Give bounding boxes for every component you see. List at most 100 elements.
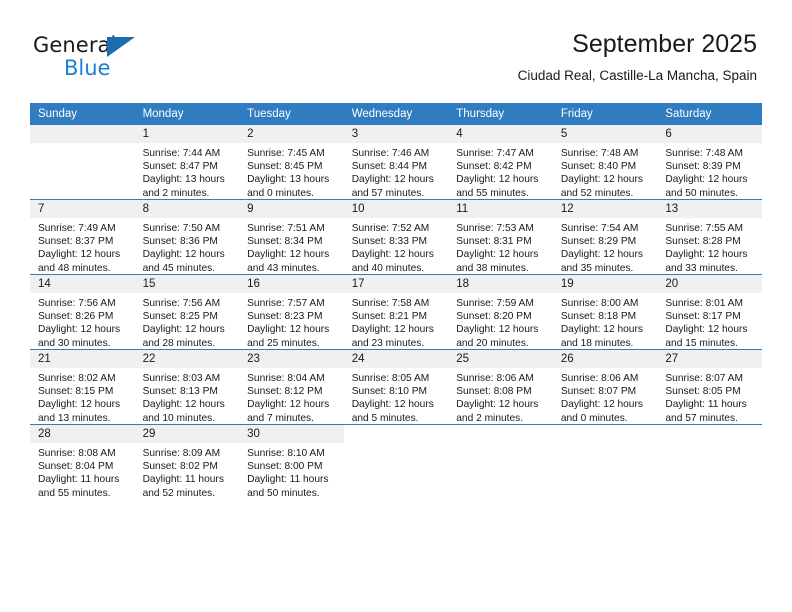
calendar-cell: 12 Sunrise: 7:54 AM Sunset: 8:29 PM Dayligh… — [552, 199, 658, 275]
day-cell[interactable]: 25 Sunrise: 8:06 AM Sunset: 8:08 PM Dayligh… — [448, 350, 553, 424]
day-info-line: Daylight: 12 hours — [38, 399, 121, 411]
day-cell[interactable]: 10 Sunrise: 7:52 AM Sunset: 8:33 PM Dayligh… — [343, 200, 449, 274]
day-cell[interactable]: 19 Sunrise: 8:00 AM Sunset: 8:18 PM Dayligh… — [552, 275, 658, 349]
day-cell[interactable]: 3 Sunrise: 7:46 AM Sunset: 8:44 PM Daylight… — [343, 125, 449, 199]
day-sun-info — [344, 443, 449, 447]
day-cell[interactable]: 12 Sunrise: 7:54 AM Sunset: 8:29 PM Dayligh… — [552, 200, 658, 274]
day-info-line: Sunset: 8:23 PM — [247, 311, 323, 323]
day-info-line: and 50 minutes. — [665, 187, 738, 199]
day-number — [552, 425, 658, 443]
generalblue-logo[interactable]: General Blue — [33, 33, 213, 81]
day-cell[interactable]: 6 Sunrise: 7:48 AM Sunset: 8:39 PM Daylight… — [657, 125, 762, 199]
day-info-line: Sunrise: 7:46 AM — [351, 148, 430, 159]
day-info-line: Sunrise: 8:08 AM — [38, 448, 116, 459]
calendar-cell: 9 Sunrise: 7:51 AM Sunset: 8:34 PM Daylight… — [239, 199, 344, 275]
day-sun-info: Sunrise: 7:45 AM Sunset: 8:45 PM Daylight:… — [239, 143, 344, 200]
day-sun-info: Sunrise: 7:55 AM Sunset: 8:28 PM Daylight:… — [657, 218, 762, 275]
day-cell[interactable]: 11 Sunrise: 7:53 AM Sunset: 8:31 PM Dayligh… — [448, 200, 553, 274]
day-cell[interactable]: 15 Sunrise: 7:56 AM Sunset: 8:25 PM Dayligh… — [134, 275, 240, 350]
day-cell[interactable]: 27 Sunrise: 8:07 AM Sunset: 8:05 PM Dayligh… — [657, 350, 762, 424]
day-cell[interactable]: 18 Sunrise: 7:59 AM Sunset: 8:20 PM Dayligh… — [448, 275, 553, 349]
day-info-line: Daylight: 12 hours — [247, 249, 330, 261]
day-sun-info: Sunrise: 7:47 AM Sunset: 8:42 PM Daylight:… — [448, 143, 553, 200]
day-info-line: Sunrise: 7:51 AM — [247, 223, 325, 234]
day-info-line: Sunset: 8:08 PM — [456, 386, 532, 398]
day-info-line: Sunrise: 8:04 AM — [247, 373, 325, 384]
day-cell[interactable]: 30 Sunrise: 8:10 AM Sunset: 8:00 PM Dayligh… — [239, 425, 344, 499]
day-info-line: Daylight: 12 hours — [142, 324, 225, 336]
day-info-line: Sunrise: 7:56 AM — [38, 298, 116, 309]
day-cell[interactable]: 9 Sunrise: 7:51 AM Sunset: 8:34 PM Daylight… — [239, 200, 344, 274]
day-number: 24 — [343, 350, 449, 368]
day-cell[interactable]: 8 Sunrise: 7:50 AM Sunset: 8:36 PM Daylight… — [134, 200, 240, 274]
calendar-week-row: 28 Sunrise: 8:08 AM Sunset: 8:04 PM Dayligh… — [30, 424, 762, 499]
day-info-line: Sunset: 8:05 PM — [665, 386, 741, 398]
day-sun-info: Sunrise: 8:01 AM Sunset: 8:17 PM Daylight:… — [657, 293, 762, 350]
day-cell[interactable]: 23 Sunrise: 8:04 AM Sunset: 8:12 PM Dayligh… — [239, 350, 344, 424]
day-info-line: Sunset: 8:13 PM — [142, 386, 218, 398]
day-cell[interactable]: 2 Sunrise: 7:45 AM Sunset: 8:45 PM Daylight… — [239, 125, 344, 199]
day-number: 19 — [552, 275, 658, 293]
day-cell[interactable]: 4 Sunrise: 7:47 AM Sunset: 8:42 PM Daylight… — [448, 125, 553, 199]
day-info-line: Sunrise: 7:48 AM — [560, 148, 639, 159]
day-sun-info: Sunrise: 7:48 AM Sunset: 8:39 PM Daylight:… — [657, 143, 762, 200]
day-info-line: Sunset: 8:02 PM — [142, 461, 218, 473]
day-sun-info — [553, 443, 658, 447]
day-cell[interactable]: 21 Sunrise: 8:02 AM Sunset: 8:15 PM Dayligh… — [30, 350, 135, 424]
day-info-line: and 13 minutes. — [38, 412, 111, 424]
day-cell[interactable]: 1 Sunrise: 7:44 AM Sunset: 8:47 PM Daylight… — [134, 125, 240, 200]
day-info-line: Sunset: 8:20 PM — [456, 311, 532, 323]
day-cell[interactable]: 26 Sunrise: 8:06 AM Sunset: 8:07 PM Dayligh… — [552, 350, 658, 424]
day-cell[interactable]: 29 Sunrise: 8:09 AM Sunset: 8:02 PM Dayligh… — [134, 425, 240, 499]
day-sun-info: Sunrise: 7:44 AM Sunset: 8:47 PM Daylight:… — [135, 143, 240, 200]
day-cell[interactable]: 16 Sunrise: 7:57 AM Sunset: 8:23 PM Dayligh… — [239, 275, 344, 349]
day-info-line: and 43 minutes. — [247, 262, 320, 274]
day-number: 6 — [657, 125, 762, 143]
day-sun-info: Sunrise: 8:08 AM Sunset: 8:04 PM Daylight:… — [30, 443, 135, 500]
page-title: September 2025 — [572, 30, 757, 58]
day-info-line: Daylight: 12 hours — [665, 249, 748, 261]
day-cell[interactable]: 7 Sunrise: 7:49 AM Sunset: 8:37 PM Daylight… — [30, 200, 135, 274]
weekday-header-sunday: Sunday — [30, 103, 135, 125]
day-info-line: Sunset: 8:12 PM — [247, 386, 323, 398]
day-sun-info: Sunrise: 7:56 AM Sunset: 8:26 PM Daylight:… — [30, 293, 135, 350]
calendar-cell: 23 Sunrise: 8:04 AM Sunset: 8:12 PM Dayligh… — [239, 349, 344, 425]
day-number: 7 — [30, 200, 135, 218]
day-info-line: and 10 minutes. — [142, 412, 216, 424]
day-info-line: Sunset: 8:33 PM — [351, 236, 428, 248]
day-number: 27 — [657, 350, 762, 368]
day-info-line: Sunrise: 8:00 AM — [560, 298, 639, 309]
day-info-line: Daylight: 12 hours — [560, 174, 643, 186]
day-info-line: and 55 minutes. — [38, 487, 111, 499]
calendar-cell: 6 Sunrise: 7:48 AM Sunset: 8:39 PM Daylight… — [657, 125, 762, 200]
day-info-line: and 52 minutes. — [142, 487, 216, 499]
day-info-line: Sunset: 8:00 PM — [247, 461, 323, 473]
day-cell[interactable]: 20 Sunrise: 8:01 AM Sunset: 8:17 PM Dayligh… — [657, 275, 762, 349]
day-info-line: Sunrise: 8:09 AM — [142, 448, 221, 459]
day-cell[interactable]: 28 Sunrise: 8:08 AM Sunset: 8:04 PM Dayligh… — [30, 425, 135, 499]
day-number: 29 — [134, 425, 240, 443]
day-info-line: and 45 minutes. — [142, 262, 216, 274]
day-cell[interactable]: 5 Sunrise: 7:48 AM Sunset: 8:40 PM Daylight… — [552, 125, 658, 199]
day-info-line: and 30 minutes. — [38, 337, 111, 349]
day-info-line: Sunset: 8:40 PM — [560, 161, 637, 173]
day-cell[interactable]: 17 Sunrise: 7:58 AM Sunset: 8:21 PM Dayligh… — [343, 275, 449, 349]
calendar-cell: 2 Sunrise: 7:45 AM Sunset: 8:45 PM Daylight… — [239, 125, 344, 200]
day-sun-info: Sunrise: 7:57 AM Sunset: 8:23 PM Daylight:… — [239, 293, 344, 350]
day-cell[interactable]: 14 Sunrise: 7:56 AM Sunset: 8:26 PM Dayligh… — [30, 275, 135, 349]
day-info-line: Sunrise: 8:02 AM — [38, 373, 116, 384]
calendar-cell: 30 Sunrise: 8:10 AM Sunset: 8:00 PM Dayligh… — [239, 424, 344, 499]
day-cell[interactable]: 22 Sunrise: 8:03 AM Sunset: 8:13 PM Dayligh… — [134, 350, 240, 424]
calendar-cell: 7 Sunrise: 7:49 AM Sunset: 8:37 PM Daylight… — [30, 199, 135, 275]
day-info-line: Sunrise: 7:55 AM — [665, 223, 743, 234]
day-sun-info: Sunrise: 7:56 AM Sunset: 8:25 PM Daylight:… — [135, 293, 240, 350]
day-info-line: and 57 minutes. — [665, 412, 738, 424]
day-info-line: Sunset: 8:21 PM — [351, 311, 428, 323]
day-info-line: Daylight: 12 hours — [247, 399, 330, 411]
day-cell[interactable]: 13 Sunrise: 7:55 AM Sunset: 8:28 PM Dayligh… — [657, 200, 762, 274]
day-cell[interactable]: 24 Sunrise: 8:05 AM Sunset: 8:10 PM Dayligh… — [343, 350, 449, 424]
weekday-header-thursday: Thursday — [448, 103, 553, 125]
day-number: 11 — [448, 200, 553, 218]
day-cell-empty — [30, 125, 135, 199]
day-info-line: Sunset: 8:04 PM — [38, 461, 114, 473]
